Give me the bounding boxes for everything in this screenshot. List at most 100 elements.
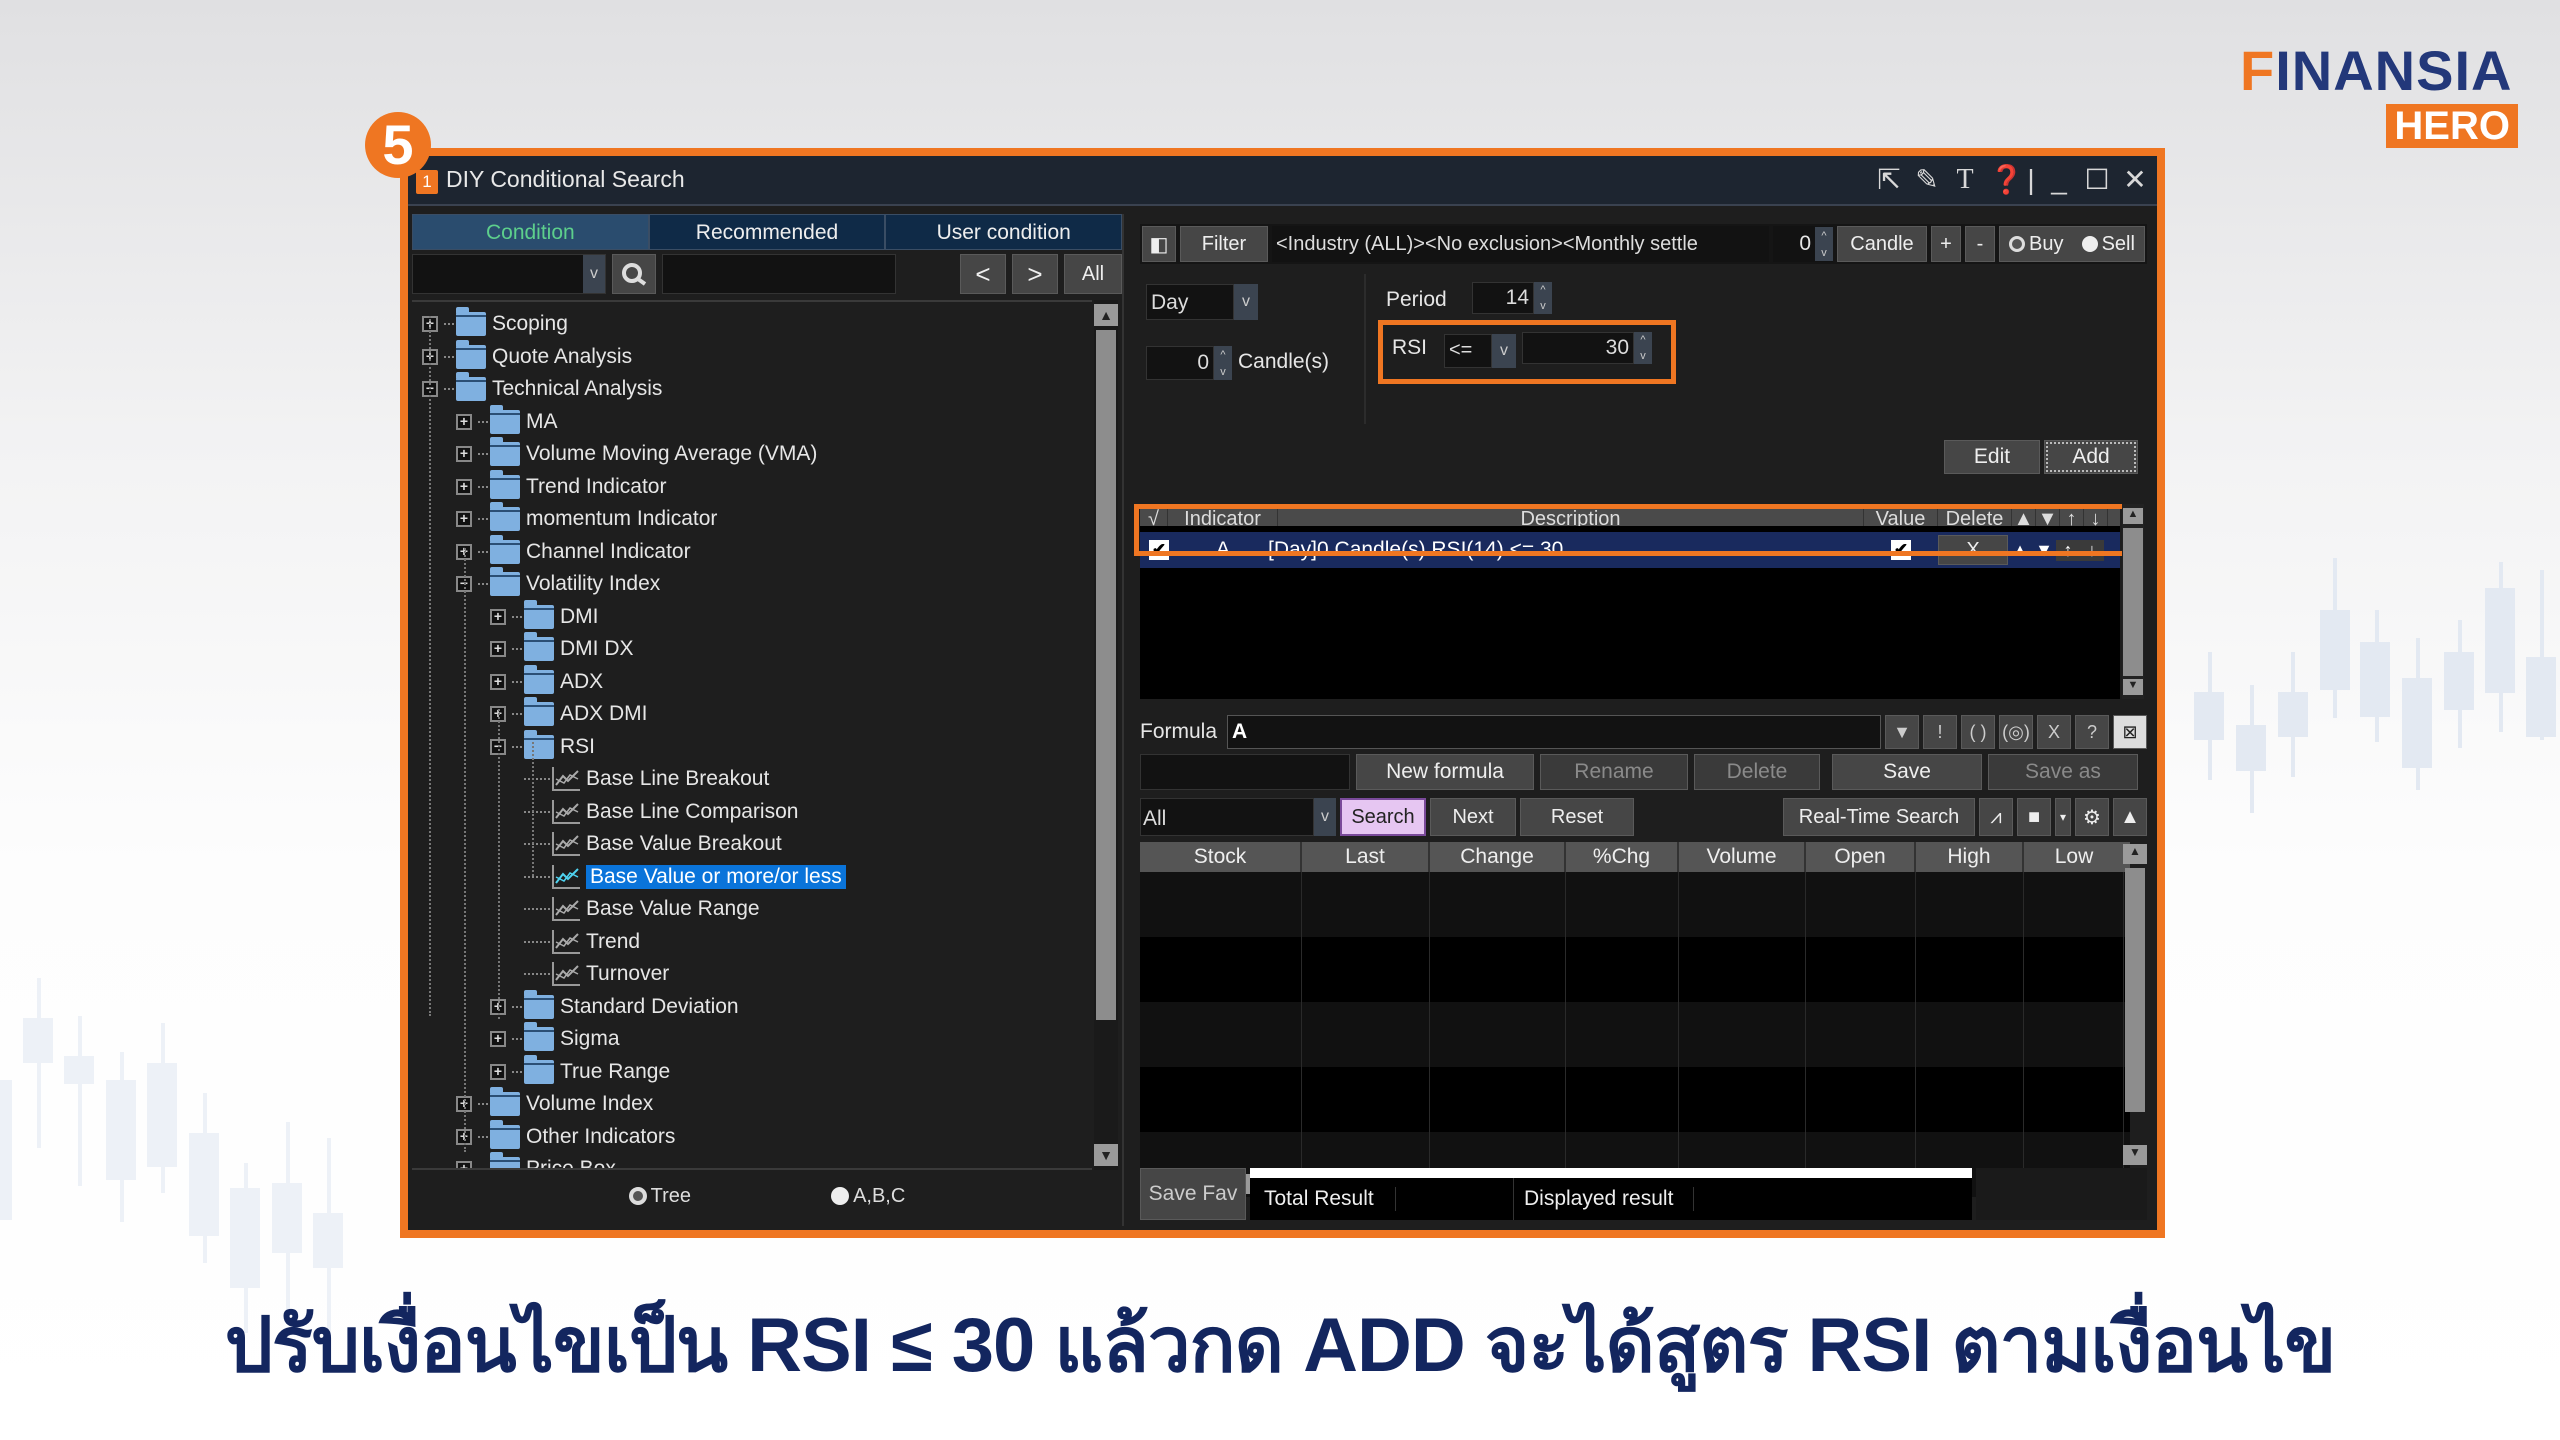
tree-folder[interactable]: + Price Box bbox=[456, 1152, 616, 1168]
expand-icon[interactable]: + bbox=[456, 478, 472, 495]
col-volume[interactable]: Volume bbox=[1679, 842, 1806, 872]
panel-toggle-icon[interactable]: ◧ bbox=[1142, 226, 1176, 262]
view-option-tree[interactable]: Tree bbox=[628, 1185, 691, 1208]
period-stepper[interactable]: 14 ^ v bbox=[1472, 282, 1552, 314]
tree-folder[interactable]: + Sigma bbox=[490, 1022, 620, 1055]
category-dropdown[interactable]: v bbox=[412, 254, 606, 294]
font-icon[interactable]: T bbox=[1951, 164, 1979, 196]
view-mode-dropdown-icon[interactable]: ▾ bbox=[2055, 798, 2071, 836]
formula-name-field[interactable] bbox=[1140, 754, 1350, 790]
save-fav-button[interactable]: Save Fav bbox=[1140, 1168, 1246, 1220]
new-formula-button[interactable]: New formula bbox=[1356, 754, 1534, 790]
result-row[interactable] bbox=[1140, 872, 2130, 937]
operator-dropdown[interactable]: <= v bbox=[1444, 334, 1516, 368]
expand-icon[interactable]: + bbox=[490, 641, 506, 657]
reset-button[interactable]: Reset bbox=[1520, 798, 1634, 836]
filter-button[interactable]: Filter bbox=[1180, 226, 1268, 262]
scroll-down-arrow-icon[interactable]: ▼ bbox=[1094, 1144, 1118, 1166]
tree-folder[interactable]: + Trend Indicator bbox=[456, 469, 666, 503]
expand-icon[interactable]: + bbox=[490, 1031, 506, 1047]
tree-folder[interactable]: − Volatility Index bbox=[456, 567, 660, 600]
search-button[interactable] bbox=[612, 254, 656, 294]
scroll-up-arrow-icon[interactable]: ▲ bbox=[2123, 844, 2147, 864]
tab-condition[interactable]: Condition bbox=[412, 214, 649, 250]
timeframe-dropdown[interactable]: Day v bbox=[1146, 284, 1258, 320]
candles-stepper[interactable]: 0 ^ v bbox=[1146, 346, 1232, 380]
tree-folder[interactable]: + Quote Analysis bbox=[422, 339, 632, 373]
tree-folder[interactable]: − RSI bbox=[490, 729, 595, 763]
tree-item[interactable]: Base Value Range bbox=[524, 893, 760, 925]
tree-folder[interactable]: + Standard Deviation bbox=[490, 989, 739, 1023]
expand-icon[interactable]: + bbox=[456, 446, 472, 462]
tree-item[interactable]: Turnover bbox=[524, 958, 669, 990]
all-button[interactable]: All bbox=[1064, 254, 1122, 294]
tree-folder[interactable]: + Volume Index bbox=[456, 1087, 653, 1120]
formula-not-button[interactable]: ! bbox=[1923, 715, 1957, 749]
tree-folder[interactable]: + DMI bbox=[490, 599, 599, 633]
sell-radio[interactable]: Sell bbox=[2081, 233, 2135, 256]
plus-button[interactable]: + bbox=[1931, 226, 1961, 262]
col-high[interactable]: High bbox=[1916, 842, 2024, 872]
view-mode-icon[interactable]: ■ bbox=[2017, 798, 2051, 836]
tree-folder[interactable]: + ADX bbox=[490, 664, 603, 698]
next-button[interactable]: > bbox=[1012, 254, 1058, 294]
help-icon[interactable]: ❓ bbox=[1989, 164, 2024, 196]
result-row[interactable] bbox=[1140, 1067, 2130, 1132]
popout-icon[interactable]: ⇱ bbox=[1875, 164, 1903, 196]
tree-folder[interactable]: + ADX DMI bbox=[490, 697, 648, 730]
scroll-thumb[interactable] bbox=[2123, 528, 2143, 676]
add-button[interactable]: Add bbox=[2044, 440, 2138, 474]
scope-dropdown[interactable]: All v bbox=[1140, 798, 1336, 836]
formula-dropdown-icon[interactable]: ▼ bbox=[1885, 715, 1919, 749]
expand-icon[interactable]: + bbox=[490, 673, 506, 690]
col-pct-change[interactable]: %Chg bbox=[1566, 842, 1679, 872]
rename-button[interactable]: Rename bbox=[1540, 754, 1688, 790]
tab-recommended[interactable]: Recommended bbox=[648, 214, 886, 250]
tree-folder[interactable]: + MA bbox=[456, 404, 558, 438]
col-stock[interactable]: Stock bbox=[1140, 842, 1302, 872]
save-button[interactable]: Save bbox=[1832, 754, 1982, 790]
tree-item[interactable]: Base Value Breakout bbox=[524, 828, 782, 860]
col-change[interactable]: Change bbox=[1430, 842, 1566, 872]
scroll-up-arrow-icon[interactable]: ▲ bbox=[2123, 508, 2143, 524]
tree-folder[interactable]: + Channel Indicator bbox=[456, 534, 691, 568]
pin-icon[interactable]: ✎ bbox=[1913, 164, 1941, 196]
conditions-scrollbar[interactable]: ▲ ▼ bbox=[2122, 504, 2144, 699]
gear-icon[interactable]: ⚙ bbox=[2075, 798, 2109, 836]
delete-formula-button[interactable]: Delete bbox=[1694, 754, 1820, 790]
next-results-button[interactable]: Next bbox=[1430, 798, 1516, 836]
tab-user-condition[interactable]: User condition bbox=[885, 214, 1123, 250]
result-row[interactable] bbox=[1140, 1002, 2130, 1067]
scroll-down-arrow-icon[interactable]: ▼ bbox=[2123, 1145, 2147, 1165]
scroll-up-arrow-icon[interactable]: ▲ bbox=[1094, 304, 1118, 326]
tree-item[interactable]: Base Line Comparison bbox=[524, 796, 798, 828]
rsi-value-stepper[interactable]: 30 ^ v bbox=[1522, 332, 1652, 364]
edit-button[interactable]: Edit bbox=[1944, 440, 2040, 474]
tree-folder[interactable]: + DMI DX bbox=[490, 632, 634, 665]
formula-group-button[interactable]: (◎) bbox=[1999, 715, 2033, 749]
tree-folder[interactable]: + Other Indicators bbox=[456, 1119, 675, 1153]
scroll-thumb[interactable] bbox=[1096, 330, 1116, 1020]
tree-item[interactable]: Base Value or more/or less bbox=[524, 861, 846, 893]
candle-button[interactable]: Candle bbox=[1837, 226, 1927, 262]
prev-button[interactable]: < bbox=[960, 254, 1006, 294]
tree-search-input[interactable] bbox=[662, 254, 896, 294]
expand-icon[interactable]: + bbox=[490, 608, 506, 625]
tree-folder[interactable]: − Technical Analysis bbox=[422, 372, 662, 405]
candle-count-stepper[interactable]: 0 ^ v bbox=[1773, 226, 1833, 262]
tree-item[interactable]: Trend bbox=[524, 926, 640, 958]
tree-folder[interactable]: + True Range bbox=[490, 1054, 670, 1088]
tree-folder[interactable]: + momentum Indicator bbox=[456, 502, 717, 535]
stepper-arrows-icon[interactable]: ^ v bbox=[1214, 346, 1232, 380]
buy-radio[interactable]: Buy bbox=[2009, 233, 2064, 256]
formula-input[interactable] bbox=[1227, 715, 1881, 749]
expand-icon[interactable]: + bbox=[456, 1161, 472, 1168]
stepper-arrows-icon[interactable]: ^ v bbox=[1634, 332, 1652, 364]
view-option-abc[interactable]: A,B,C bbox=[831, 1185, 905, 1208]
formula-help-button[interactable]: ? bbox=[2075, 715, 2109, 749]
tree-item[interactable]: Base Line Breakout bbox=[524, 763, 769, 795]
chart-icon[interactable]: ⩘ bbox=[1979, 798, 2013, 836]
maximize-icon[interactable]: ☐ bbox=[2083, 164, 2111, 196]
formula-clear-button[interactable]: X bbox=[2037, 715, 2071, 749]
col-last[interactable]: Last bbox=[1302, 842, 1430, 872]
